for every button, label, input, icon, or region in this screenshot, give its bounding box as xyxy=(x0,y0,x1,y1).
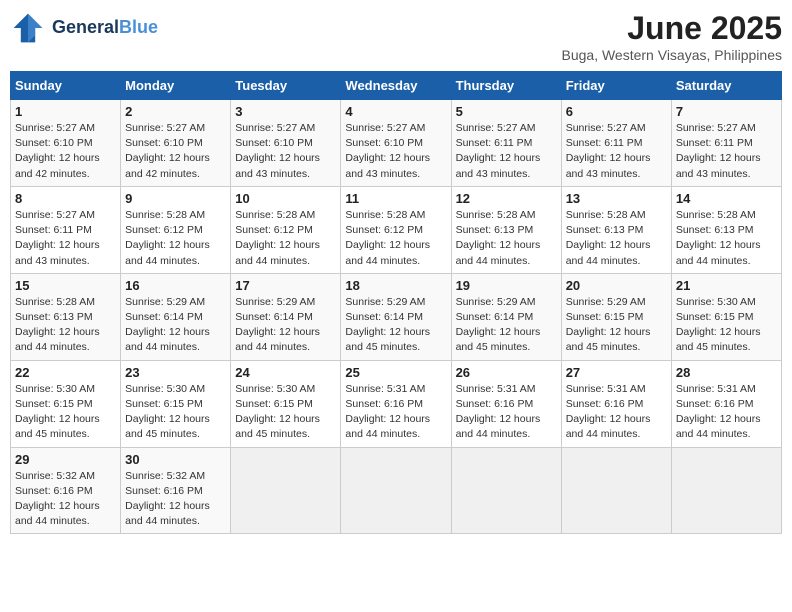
page-header: GeneralBlue June 2025 Buga, Western Visa… xyxy=(10,10,782,63)
table-row: 7Sunrise: 5:27 AMSunset: 6:11 PMDaylight… xyxy=(671,100,781,187)
calendar-table: Sunday Monday Tuesday Wednesday Thursday… xyxy=(10,71,782,534)
table-row: 4Sunrise: 5:27 AMSunset: 6:10 PMDaylight… xyxy=(341,100,451,187)
table-row xyxy=(341,447,451,534)
table-row: 23Sunrise: 5:30 AMSunset: 6:15 PMDayligh… xyxy=(121,360,231,447)
table-row: 12Sunrise: 5:28 AMSunset: 6:13 PMDayligh… xyxy=(451,186,561,273)
table-row xyxy=(671,447,781,534)
calendar-subtitle: Buga, Western Visayas, Philippines xyxy=(562,47,783,63)
table-row: 29Sunrise: 5:32 AMSunset: 6:16 PMDayligh… xyxy=(11,447,121,534)
table-row: 15Sunrise: 5:28 AMSunset: 6:13 PMDayligh… xyxy=(11,273,121,360)
calendar-week-3: 15Sunrise: 5:28 AMSunset: 6:13 PMDayligh… xyxy=(11,273,782,360)
table-row: 8Sunrise: 5:27 AMSunset: 6:11 PMDaylight… xyxy=(11,186,121,273)
table-row: 24Sunrise: 5:30 AMSunset: 6:15 PMDayligh… xyxy=(231,360,341,447)
header-friday: Friday xyxy=(561,72,671,100)
calendar-header: Sunday Monday Tuesday Wednesday Thursday… xyxy=(11,72,782,100)
table-row: 25Sunrise: 5:31 AMSunset: 6:16 PMDayligh… xyxy=(341,360,451,447)
table-row: 2Sunrise: 5:27 AMSunset: 6:10 PMDaylight… xyxy=(121,100,231,187)
table-row: 17Sunrise: 5:29 AMSunset: 6:14 PMDayligh… xyxy=(231,273,341,360)
table-row: 9Sunrise: 5:28 AMSunset: 6:12 PMDaylight… xyxy=(121,186,231,273)
header-saturday: Saturday xyxy=(671,72,781,100)
table-row: 11Sunrise: 5:28 AMSunset: 6:12 PMDayligh… xyxy=(341,186,451,273)
calendar-title: June 2025 xyxy=(562,10,783,47)
table-row: 30Sunrise: 5:32 AMSunset: 6:16 PMDayligh… xyxy=(121,447,231,534)
header-sunday: Sunday xyxy=(11,72,121,100)
table-row: 18Sunrise: 5:29 AMSunset: 6:14 PMDayligh… xyxy=(341,273,451,360)
table-row: 28Sunrise: 5:31 AMSunset: 6:16 PMDayligh… xyxy=(671,360,781,447)
logo: GeneralBlue xyxy=(10,10,158,46)
table-row: 20Sunrise: 5:29 AMSunset: 6:15 PMDayligh… xyxy=(561,273,671,360)
table-row: 22Sunrise: 5:30 AMSunset: 6:15 PMDayligh… xyxy=(11,360,121,447)
table-row: 26Sunrise: 5:31 AMSunset: 6:16 PMDayligh… xyxy=(451,360,561,447)
calendar-week-1: 1Sunrise: 5:27 AMSunset: 6:10 PMDaylight… xyxy=(11,100,782,187)
header-wednesday: Wednesday xyxy=(341,72,451,100)
table-row: 5Sunrise: 5:27 AMSunset: 6:11 PMDaylight… xyxy=(451,100,561,187)
table-row: 6Sunrise: 5:27 AMSunset: 6:11 PMDaylight… xyxy=(561,100,671,187)
table-row: 21Sunrise: 5:30 AMSunset: 6:15 PMDayligh… xyxy=(671,273,781,360)
table-row: 14Sunrise: 5:28 AMSunset: 6:13 PMDayligh… xyxy=(671,186,781,273)
table-row xyxy=(561,447,671,534)
header-row: Sunday Monday Tuesday Wednesday Thursday… xyxy=(11,72,782,100)
calendar-week-5: 29Sunrise: 5:32 AMSunset: 6:16 PMDayligh… xyxy=(11,447,782,534)
calendar-body: 1Sunrise: 5:27 AMSunset: 6:10 PMDaylight… xyxy=(11,100,782,534)
calendar-week-2: 8Sunrise: 5:27 AMSunset: 6:11 PMDaylight… xyxy=(11,186,782,273)
header-tuesday: Tuesday xyxy=(231,72,341,100)
table-row: 3Sunrise: 5:27 AMSunset: 6:10 PMDaylight… xyxy=(231,100,341,187)
logo-text: GeneralBlue xyxy=(52,18,158,38)
table-row: 1Sunrise: 5:27 AMSunset: 6:10 PMDaylight… xyxy=(11,100,121,187)
header-monday: Monday xyxy=(121,72,231,100)
table-row xyxy=(231,447,341,534)
table-row: 19Sunrise: 5:29 AMSunset: 6:14 PMDayligh… xyxy=(451,273,561,360)
table-row xyxy=(451,447,561,534)
table-row: 27Sunrise: 5:31 AMSunset: 6:16 PMDayligh… xyxy=(561,360,671,447)
title-area: June 2025 Buga, Western Visayas, Philipp… xyxy=(562,10,783,63)
table-row: 13Sunrise: 5:28 AMSunset: 6:13 PMDayligh… xyxy=(561,186,671,273)
calendar-week-4: 22Sunrise: 5:30 AMSunset: 6:15 PMDayligh… xyxy=(11,360,782,447)
table-row: 16Sunrise: 5:29 AMSunset: 6:14 PMDayligh… xyxy=(121,273,231,360)
logo-icon xyxy=(10,10,46,46)
table-row: 10Sunrise: 5:28 AMSunset: 6:12 PMDayligh… xyxy=(231,186,341,273)
header-thursday: Thursday xyxy=(451,72,561,100)
